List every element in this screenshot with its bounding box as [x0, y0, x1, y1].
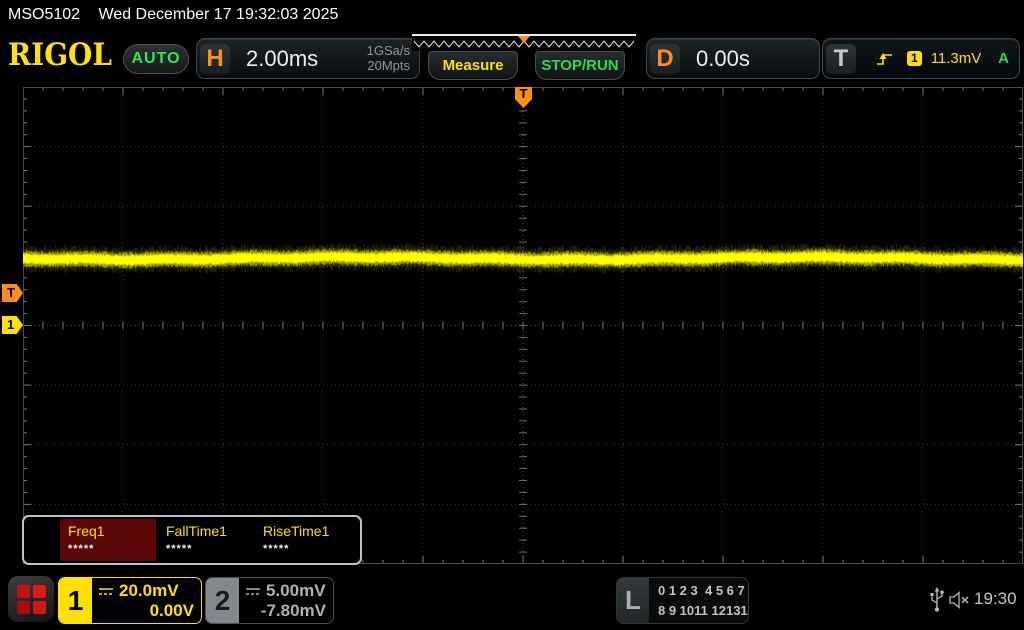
measurement-item-freq1[interactable]: Freq1 ***** — [60, 519, 156, 561]
trigger-level-value: 11.3mV — [931, 50, 982, 67]
channel1-scale: 20.0mV — [119, 581, 179, 601]
rigol-logo: RIGOL — [8, 37, 112, 73]
waveform-position-indicator[interactable] — [412, 34, 636, 51]
measurement-value: ***** — [166, 543, 254, 555]
channel1-number: 1 — [59, 578, 92, 623]
dc-coupling-icon — [245, 586, 261, 596]
speaker-muted-icon — [949, 590, 971, 610]
usb-icon — [929, 586, 945, 614]
channel1-offset-marker[interactable]: 1 — [2, 316, 23, 334]
measurement-label: Freq1 — [68, 523, 156, 539]
channel2-values: 5.00mV -7.80mV — [239, 578, 333, 623]
timebase-value: 2.00ms — [246, 46, 318, 72]
memory-depth-value: 20Mpts — [367, 59, 410, 74]
channel1-status-block[interactable]: 1 20.0mV 0.00V — [58, 577, 202, 624]
logic-channel-list: 0 1 2 3 4 5 6 7 8 9 1011 12131415 — [649, 578, 749, 623]
apps-icon-square — [33, 585, 46, 598]
trigger-level-marker[interactable]: T — [2, 284, 23, 302]
measurement-item-risetime1[interactable]: RiseTime1 ***** — [255, 519, 355, 561]
channel1-offset: 0.00V — [98, 601, 194, 621]
channel2-offset: -7.80mV — [245, 601, 326, 621]
measurement-value: ***** — [263, 543, 355, 555]
channel2-number: 2 — [206, 578, 239, 623]
measurement-item-falltime1[interactable]: FallTime1 ***** — [158, 519, 254, 561]
channel1-values: 20.0mV 0.00V — [92, 578, 201, 623]
trigger-status: A — [998, 50, 1009, 67]
acquisition-info: 1GSa/s 20Mpts — [367, 44, 410, 74]
trigger-sweep-mode-badge: AUTO — [123, 44, 189, 74]
trigger-label: T — [826, 44, 856, 74]
trigger-settings-block[interactable]: T 1 11.3mV A — [822, 38, 1020, 79]
measurements-panel: Freq1 ***** FallTime1 ***** RiseTime1 **… — [22, 515, 362, 565]
measurement-value: ***** — [68, 543, 156, 555]
oscilloscope-screen: MSO5102 Wed December 17 19:32:03 2025 RI… — [0, 0, 1024, 630]
delay-settings-block[interactable]: D 0.00s — [646, 38, 820, 79]
clock-label: 19:30 — [974, 589, 1017, 609]
sample-rate-value: 1GSa/s — [367, 44, 410, 59]
apps-icon-square — [33, 601, 46, 614]
logic-row-1: 0 1 2 3 4 5 6 7 — [658, 581, 749, 601]
horizontal-label: H — [200, 44, 230, 74]
channel2-scale: 5.00mV — [266, 581, 326, 601]
logic-channels-block[interactable]: L 0 1 2 3 4 5 6 7 8 9 1011 12131415 — [616, 577, 749, 624]
model-label: MSO5102 — [8, 6, 80, 23]
apps-icon-square — [17, 601, 30, 614]
position-marker-icon — [518, 36, 530, 43]
rising-edge-icon — [876, 50, 893, 67]
apps-menu-icon[interactable] — [8, 576, 54, 622]
channel1-trace — [23, 87, 1023, 564]
dc-coupling-icon — [98, 586, 114, 596]
measurement-label: FallTime1 — [166, 523, 254, 539]
measure-button[interactable]: Measure — [428, 51, 518, 80]
horizontal-settings-block[interactable]: H 2.00ms 1GSa/s 20Mpts — [196, 38, 420, 79]
datetime-label: Wed December 17 19:32:03 2025 — [99, 6, 339, 23]
logic-label: L — [617, 578, 649, 623]
titlebar: MSO5102 Wed December 17 19:32:03 2025 — [8, 6, 338, 24]
trigger-source-badge: 1 — [907, 51, 922, 66]
delay-value: 0.00s — [696, 46, 750, 72]
delay-label: D — [650, 44, 680, 74]
stop-run-button[interactable]: STOP/RUN — [535, 51, 625, 80]
channel2-status-block[interactable]: 2 5.00mV -7.80mV — [205, 577, 334, 624]
apps-icon-square — [17, 585, 30, 598]
logic-row-2: 8 9 1011 12131415 — [658, 601, 749, 621]
measurement-label: RiseTime1 — [263, 523, 355, 539]
